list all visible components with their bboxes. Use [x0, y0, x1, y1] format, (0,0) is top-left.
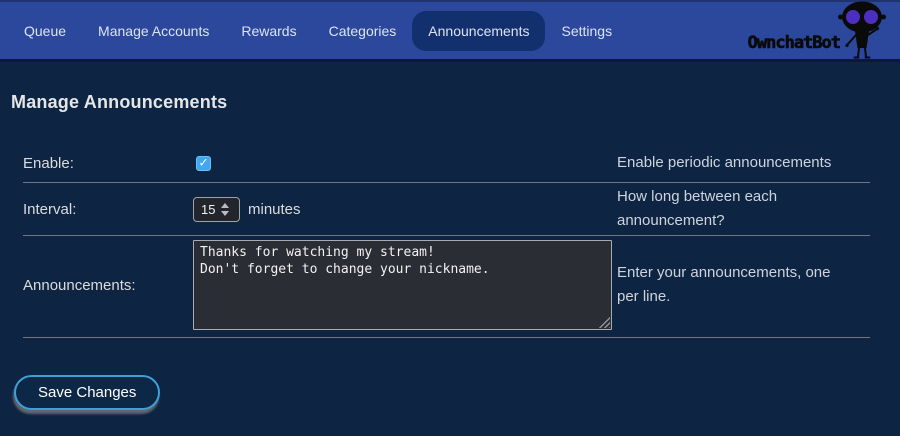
nav-item-queue[interactable]: Queue [8, 11, 82, 51]
brand-logo: OwnchatBot [748, 1, 886, 59]
announcements-textarea[interactable]: Thanks for watching my stream! Don't for… [193, 240, 612, 330]
interval-number-input[interactable] [193, 197, 240, 222]
nav-item-settings[interactable]: Settings [545, 11, 628, 51]
form-row-interval: Interval: minutes How long between each … [23, 183, 870, 236]
announcements-help-text: Enter your announcements, one per line. [617, 261, 853, 309]
announcements-label: Announcements: [23, 277, 193, 294]
spinner-down-icon[interactable] [221, 211, 229, 216]
nav-item-announcements[interactable]: Announcements [412, 11, 545, 51]
navbar: Queue Manage Accounts Rewards Categories… [0, 0, 900, 62]
enable-label: Enable: [23, 155, 193, 172]
check-icon: ✓ [198, 157, 208, 169]
interval-control-cell: minutes [193, 197, 617, 222]
save-changes-button[interactable]: Save Changes [14, 375, 160, 410]
form-row-announcements: Announcements: Thanks for watching my st… [23, 236, 870, 338]
spinner-up-icon[interactable] [221, 203, 229, 208]
announcements-form: Enable: ✓ Enable periodic announcements … [23, 144, 870, 338]
enable-checkbox[interactable]: ✓ [196, 156, 211, 171]
robot-mascot-icon [838, 1, 886, 59]
interval-input[interactable] [194, 202, 220, 217]
enable-help-text: Enable periodic announcements [617, 151, 853, 175]
interval-unit-label: minutes [248, 201, 301, 218]
form-row-enable: Enable: ✓ Enable periodic announcements [23, 144, 870, 183]
interval-help-text: How long between each announcement? [617, 185, 853, 233]
brand-name: OwnchatBot [748, 33, 840, 53]
nav-item-categories[interactable]: Categories [313, 11, 413, 51]
page-title: Manage Announcements [11, 92, 900, 113]
nav-item-manage-accounts[interactable]: Manage Accounts [82, 11, 225, 51]
number-spinner[interactable] [221, 203, 229, 216]
nav-items: Queue Manage Accounts Rewards Categories… [8, 11, 628, 51]
enable-control-cell: ✓ [193, 156, 617, 171]
interval-label: Interval: [23, 201, 193, 218]
nav-item-rewards[interactable]: Rewards [225, 11, 312, 51]
announcements-control-cell: Thanks for watching my stream! Don't for… [193, 240, 617, 330]
